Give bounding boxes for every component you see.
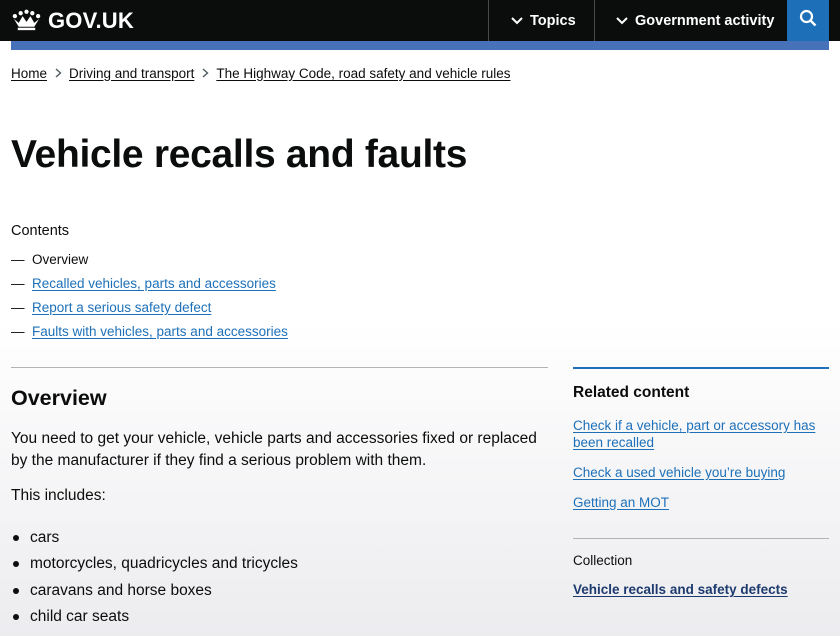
related-link-getting-mot[interactable]: Getting an MOT: [573, 495, 669, 510]
nav-divider: [488, 0, 489, 41]
crown-icon: [11, 7, 42, 36]
page-title: Vehicle recalls and faults: [11, 133, 468, 176]
site-header: GOV.UK Topics Government activity: [0, 0, 840, 41]
chevron-down-icon: [511, 13, 523, 29]
overview-paragraph: You need to get your vehicle, vehicle pa…: [11, 430, 537, 469]
nav-divider: [594, 0, 595, 41]
collection-label: Collection: [573, 553, 633, 568]
contents-list: — Overview — Recalled vehicles, parts an…: [11, 247, 288, 344]
dash: —: [11, 251, 25, 267]
logo-text: GOV.UK: [48, 8, 134, 33]
government-activity-menu-button[interactable]: Government activity: [616, 0, 774, 41]
contents-item-label: Overview: [32, 251, 89, 267]
breadcrumb: Home Driving and transport The Highway C…: [11, 64, 511, 82]
collection-divider: [573, 538, 829, 539]
contents-link-recalled[interactable]: Recalled vehicles, parts and accessories: [32, 276, 276, 291]
related-item: Getting an MOT: [573, 494, 829, 511]
list-item: motorcycles, quadricycles and tricycles: [11, 551, 298, 577]
related-link-check-recall[interactable]: Check if a vehicle, part or accessory ha…: [573, 418, 815, 450]
related-link-check-used-vehicle[interactable]: Check a used vehicle you’re buying: [573, 465, 785, 480]
chevron-down-icon: [616, 13, 628, 29]
chevron-right-icon: [47, 68, 69, 78]
breadcrumb-highway-code[interactable]: The Highway Code, road safety and vehicl…: [216, 66, 510, 81]
dash: —: [11, 299, 25, 315]
includes-text: This includes:: [11, 487, 106, 504]
related-item: Check a used vehicle you’re buying: [573, 464, 829, 481]
breadcrumb-home[interactable]: Home: [11, 66, 47, 81]
breadcrumb-driving-and-transport[interactable]: Driving and transport: [69, 66, 194, 81]
contents-item-faults: — Faults with vehicles, parts and access…: [11, 320, 288, 344]
search-icon: [799, 9, 817, 32]
collection-link[interactable]: Vehicle recalls and safety defects: [573, 582, 788, 597]
search-button[interactable]: [787, 0, 829, 41]
section-divider: [11, 367, 548, 368]
related-links: Check if a vehicle, part or accessory ha…: [573, 417, 829, 524]
related-top-border: [573, 367, 829, 369]
contents-item-recalled: — Recalled vehicles, parts and accessori…: [11, 271, 288, 295]
related-content-heading: Related content: [573, 384, 690, 401]
dash: —: [11, 324, 25, 340]
header-blue-band: [11, 41, 829, 50]
dash: —: [11, 275, 25, 291]
government-activity-label: Government activity: [635, 12, 775, 29]
topics-menu-button[interactable]: Topics: [511, 0, 576, 41]
contents-item-report-defect: — Report a serious safety defect: [11, 295, 288, 319]
contents-link-report-defect[interactable]: Report a serious safety defect: [32, 300, 211, 315]
list-item: child car seats: [11, 604, 298, 630]
overview-heading: Overview: [11, 386, 107, 410]
chevron-right-icon: [194, 68, 216, 78]
list-item: cars: [11, 525, 298, 551]
vehicle-types-list: cars motorcycles, quadricycles and tricy…: [11, 525, 298, 630]
topics-label: Topics: [530, 12, 576, 29]
list-item: caravans and horse boxes: [11, 578, 298, 604]
related-item: Check if a vehicle, part or accessory ha…: [573, 417, 829, 451]
contents-link-faults[interactable]: Faults with vehicles, parts and accessor…: [32, 324, 288, 339]
contents-heading: Contents: [11, 223, 70, 239]
contents-item-overview: — Overview: [11, 247, 288, 271]
govuk-logo[interactable]: GOV.UK: [11, 8, 134, 34]
